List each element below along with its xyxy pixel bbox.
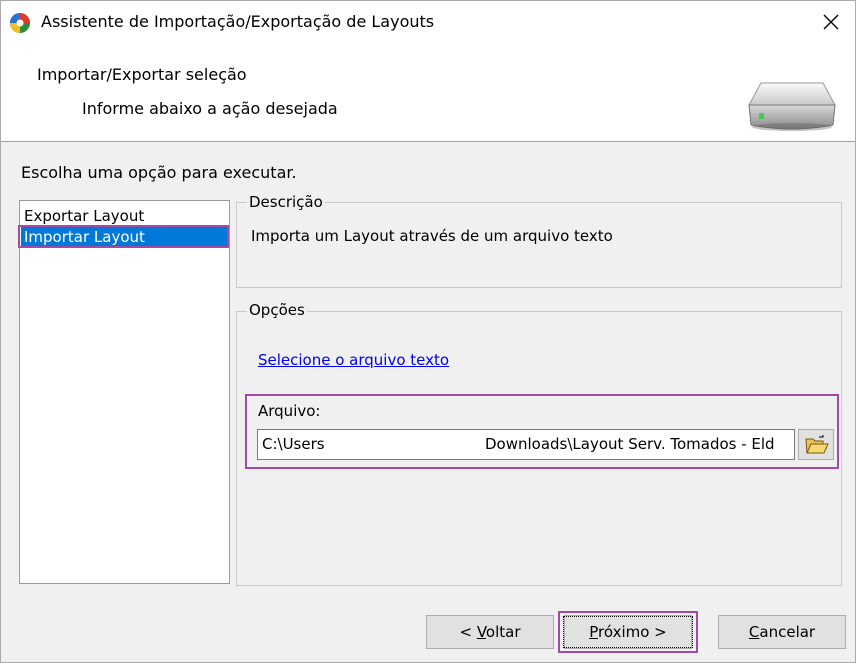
folder-open-icon <box>805 435 829 454</box>
next-button[interactable]: Próximo > <box>564 615 692 649</box>
file-path-end: Downloads\Layout Serv. Tomados - Eld <box>485 435 775 453</box>
description-text: Importa um Layout através de um arquivo … <box>251 227 613 245</box>
browse-file-button[interactable] <box>798 429 834 460</box>
opcoes-legend: Opções <box>247 301 307 319</box>
file-label: Arquivo: <box>258 402 321 420</box>
back-button[interactable]: < Voltar <box>426 615 554 649</box>
file-path-start: C:\Users <box>262 435 325 453</box>
wizard-header: Importar/Exportar seleção Informe abaixo… <box>1 43 855 142</box>
description-legend: Descrição <box>247 193 325 211</box>
close-button[interactable] <box>805 1 855 43</box>
back-button-label: oltar <box>485 623 521 641</box>
cancel-button[interactable]: Cancelar <box>718 615 846 649</box>
list-item-exportar-layout[interactable]: Exportar Layout <box>21 205 229 227</box>
next-button-mnemonic: P <box>589 623 599 641</box>
prompt-text: Escolha uma opção para executar. <box>21 163 297 182</box>
window-title: Assistente de Importação/Exportação de L… <box>41 12 435 31</box>
back-button-prefix: < <box>459 623 477 641</box>
wizard-window: Assistente de Importação/Exportação de L… <box>0 0 856 663</box>
title-bar: Assistente de Importação/Exportação de L… <box>1 1 855 43</box>
close-icon <box>823 14 839 30</box>
description-group <box>236 202 842 288</box>
header-subtitle: Informe abaixo a ação desejada <box>82 99 338 118</box>
next-button-label: róximo > <box>598 623 667 641</box>
app-globe-icon <box>9 12 31 34</box>
redacted-username <box>336 432 484 458</box>
header-title: Importar/Exportar seleção <box>37 65 247 84</box>
cancel-button-label: ancelar <box>759 623 816 641</box>
list-item-importar-layout[interactable]: Importar Layout <box>21 226 229 248</box>
cancel-button-mnemonic: C <box>748 623 760 641</box>
action-listbox[interactable]: Exportar Layout Importar Layout <box>19 200 230 584</box>
select-file-link[interactable]: Selecione o arquivo texto <box>258 351 449 369</box>
back-button-mnemonic: V <box>476 623 486 641</box>
drive-icon <box>747 77 837 137</box>
